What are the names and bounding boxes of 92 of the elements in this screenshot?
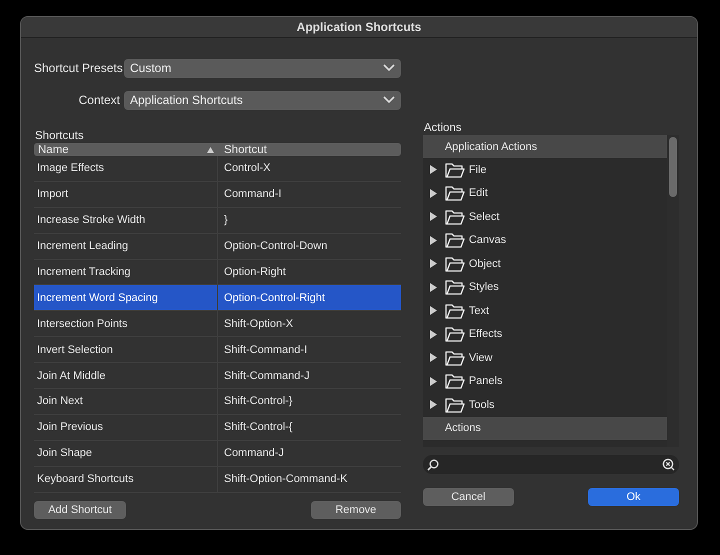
collapsed-triangle-icon[interactable]	[430, 236, 437, 245]
table-cell: Shift-Option-X	[224, 318, 294, 330]
presets-dropdown[interactable]: Custom	[124, 58, 401, 78]
table-cell: Command-I	[224, 188, 282, 200]
table-cell: Control-X	[224, 162, 270, 174]
table-row[interactable]: Keyboard Shortcuts Shift-Option-Command-K	[34, 466, 401, 493]
table-row[interactable]: Increase Stroke Width }	[34, 208, 401, 234]
table-cell: Join At Middle	[37, 370, 106, 382]
collapsed-triangle-icon[interactable]	[430, 330, 437, 339]
table-cell: Import	[37, 188, 68, 200]
collapsed-triangle-icon[interactable]	[430, 188, 437, 198]
collapsed-triangle-icon[interactable]	[430, 306, 437, 316]
folder-icon	[444, 232, 465, 248]
column-header[interactable]: Shortcut	[224, 144, 267, 156]
clear-search-icon[interactable]	[662, 458, 675, 471]
table-cell: Shift-Control-}	[224, 395, 292, 408]
table-cell: Intersection Points	[37, 318, 128, 330]
collapsed-triangle-icon[interactable]	[430, 259, 437, 268]
tree-item[interactable]: Select	[468, 210, 500, 223]
tree-item[interactable]: Text	[468, 304, 490, 317]
table-cell: Increment Tracking	[37, 266, 131, 278]
collapsed-triangle-icon[interactable]	[430, 400, 437, 410]
folder-icon	[444, 208, 465, 225]
table-cell: Join Shape	[37, 447, 92, 460]
group-header: Application Actions	[422, 135, 667, 158]
table-cell: Keyboard Shortcuts	[37, 473, 134, 486]
tree-item[interactable]: Styles	[468, 281, 499, 294]
table-cell: Shift-Command-J	[224, 370, 310, 382]
collapsed-triangle-icon[interactable]	[430, 165, 437, 174]
table-cell: Option-Control-Down	[224, 240, 328, 252]
table-cell: Command-J	[224, 447, 284, 460]
table-cell: Option-Right	[224, 266, 286, 278]
sort-arrow-icon[interactable]	[207, 146, 214, 152]
section-label: Actions	[424, 122, 463, 134]
table-cell: Shift-Command-I	[224, 344, 308, 356]
table-row[interactable]: Join Previous Shift-Control-{	[34, 414, 401, 441]
folder-icon	[444, 350, 465, 366]
folder-icon	[444, 279, 465, 296]
chevron-down-icon	[382, 64, 395, 72]
table-cell: Increase Stroke Width	[37, 214, 146, 226]
folder-icon	[444, 256, 465, 272]
add-shortcut-button[interactable]: Add Shortcut	[34, 501, 126, 519]
search-field[interactable]	[422, 455, 679, 474]
collapsed-triangle-icon[interactable]	[430, 282, 437, 292]
table-row[interactable]: Increment Leading Option-Control-Down	[34, 234, 401, 260]
table-row[interactable]: Join At Middle Shift-Command-J	[34, 363, 401, 390]
table-cell: Shift-Control-{	[224, 421, 292, 434]
remove-button[interactable]: Remove	[310, 501, 401, 519]
table-cell: Option-Control-Right	[224, 292, 325, 304]
folder-icon	[444, 326, 465, 342]
tree-item[interactable]: View	[468, 352, 492, 364]
folder-icon	[444, 185, 465, 202]
window-title: Application Shortcuts	[21, 17, 697, 38]
search-icon	[426, 458, 439, 470]
table-cell: Image Effects	[37, 162, 104, 174]
folder-icon	[444, 373, 465, 390]
table-cell: Increment Word Spacing	[37, 292, 158, 304]
table-row[interactable]: Import Command-I	[34, 182, 401, 208]
collapsed-triangle-icon[interactable]	[430, 212, 437, 222]
tree-item[interactable]: File	[468, 164, 487, 176]
table-cell: Invert Selection	[37, 344, 113, 356]
tree-item[interactable]: Canvas	[468, 234, 506, 246]
cancel-button[interactable]: Cancel	[422, 488, 514, 506]
table-cell: Join Previous	[37, 421, 104, 434]
collapsed-triangle-icon[interactable]	[430, 376, 437, 386]
table-cell: Join Next	[37, 395, 83, 408]
column-header[interactable]: Name	[38, 144, 69, 156]
tree-item[interactable]: Edit	[468, 187, 488, 200]
ok-button[interactable]: Ok	[588, 488, 679, 506]
table-row[interactable]: Join Shape Command-J	[34, 440, 401, 467]
field-label: Context	[78, 93, 120, 107]
table-row[interactable]: Increment Word Spacing Option-Control-Right	[34, 285, 401, 312]
tree-item[interactable]: Panels	[468, 375, 502, 388]
folder-icon	[444, 162, 465, 178]
section-label: Shortcuts	[35, 130, 85, 142]
group-header: Actions	[422, 416, 667, 440]
table-cell: Shift-Option-Command-K	[224, 473, 348, 486]
table-cell: }	[224, 214, 228, 226]
table-row[interactable]: Image Effects Control-X	[34, 156, 401, 182]
chevron-down-icon	[382, 96, 395, 104]
tree-item[interactable]: Effects	[468, 328, 502, 340]
folder-icon	[444, 396, 465, 413]
context-dropdown[interactable]: Application Shortcuts	[124, 90, 401, 110]
table-row[interactable]: Join Next Shift-Control-}	[34, 389, 401, 415]
folder-icon	[444, 302, 465, 319]
field-label: Shortcut Presets	[34, 61, 120, 75]
table-row[interactable]: Intersection Points Shift-Option-X	[34, 311, 401, 338]
tree-item[interactable]: Tools	[468, 398, 495, 411]
collapsed-triangle-icon[interactable]	[430, 353, 437, 362]
tree-item[interactable]: Object	[468, 258, 501, 270]
table-cell: Increment Leading	[37, 240, 128, 252]
table-row[interactable]: Invert Selection Shift-Command-I	[34, 337, 401, 364]
